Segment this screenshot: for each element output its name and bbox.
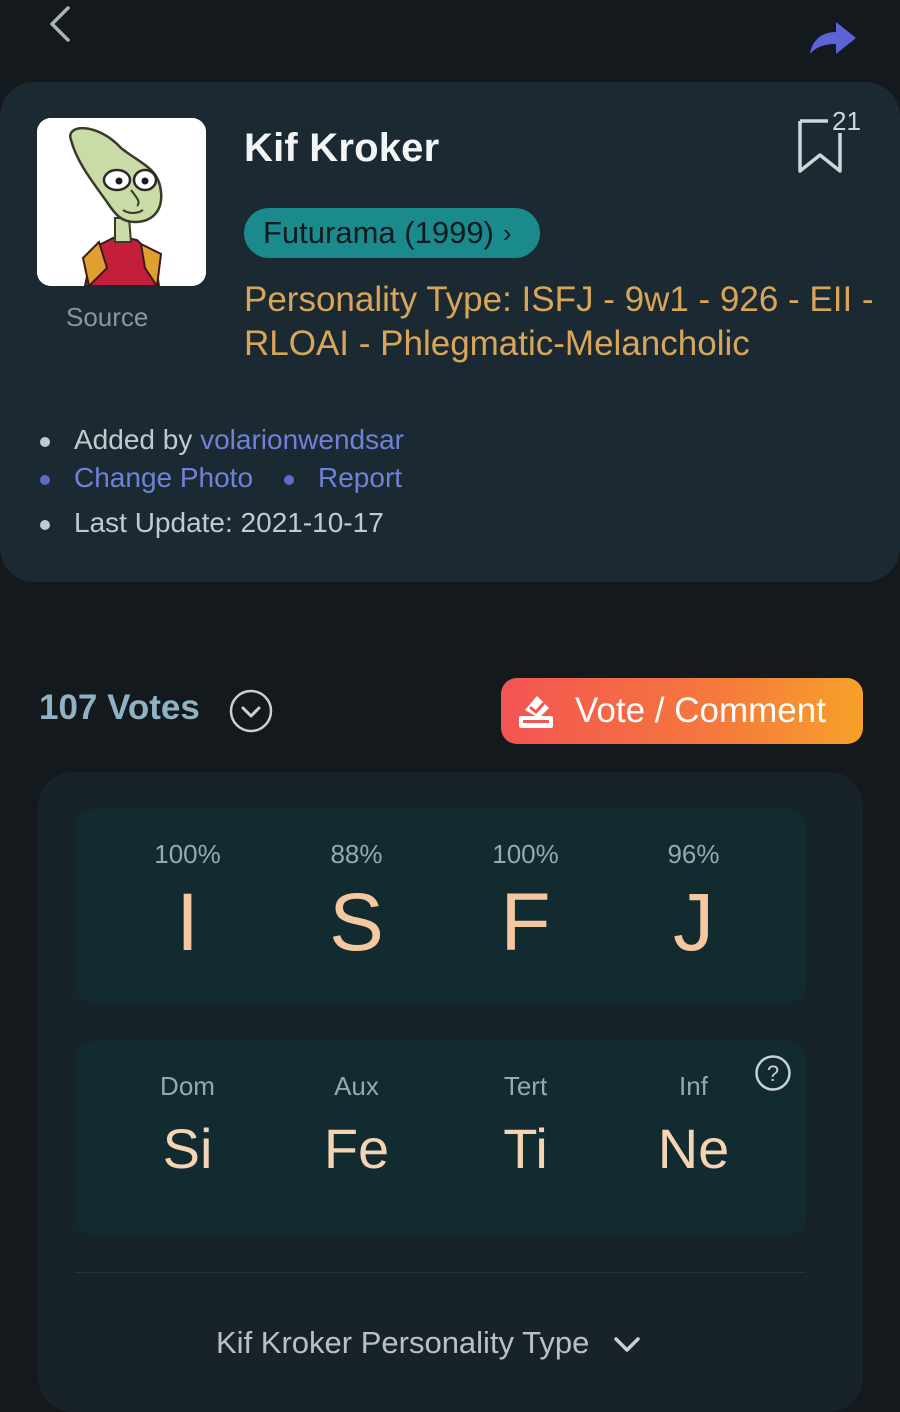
mbti-percent: 96% (667, 839, 720, 869)
function-value: Si (162, 1117, 213, 1180)
mbti-letters-box: 100% I 88% S 100% F 96% J (75, 809, 806, 1003)
series-label: Futurama (1999) (263, 215, 494, 250)
ballot-box-icon (519, 696, 553, 728)
character-name: Kif Kroker (244, 126, 440, 170)
photo-source-link[interactable]: Source (66, 302, 148, 333)
svg-text:?: ? (767, 1061, 779, 1086)
added-by-user-link[interactable]: volarionwendsar (200, 424, 404, 455)
bookmark-count: 21 (832, 106, 861, 136)
kif-portrait-image (37, 118, 206, 286)
back-chevron-icon[interactable] (40, 4, 80, 44)
mbti-column-f: 100% F (441, 839, 610, 970)
function-value: Ti (503, 1117, 548, 1180)
divider (75, 1272, 806, 1273)
function-column-tert: Tert Ti (441, 1071, 610, 1181)
mbti-letter: J (673, 877, 714, 968)
added-by-prefix: Added by (74, 424, 201, 455)
function-value: Fe (323, 1117, 390, 1180)
mbti-letter: F (500, 877, 551, 968)
question-circle-icon[interactable]: ? (754, 1054, 792, 1092)
bullet-dot (40, 436, 50, 447)
cognitive-functions-box: Dom Si Aux Fe Tert Ti Inf Ne (75, 1041, 806, 1235)
last-update-text: Last Update: 2021-10-17 (74, 507, 384, 538)
mbti-column-s: 88% S (272, 839, 441, 970)
vote-comment-label: Vote / Comment (575, 691, 826, 730)
vote-comment-button[interactable]: Vote / Comment (501, 678, 863, 744)
series-link[interactable]: Futurama (1999) › (244, 208, 540, 258)
chevron-right-icon: › (502, 217, 512, 248)
report-link[interactable]: Report (318, 462, 402, 493)
function-column-dom: Dom Si (103, 1071, 272, 1181)
mbti-letter: S (329, 877, 384, 968)
mbti-percent: 88% (330, 839, 383, 869)
character-avatar[interactable] (37, 118, 206, 286)
mbti-percent: 100% (154, 839, 221, 869)
mbti-column-i: 100% I (103, 839, 272, 970)
function-label: Tert (503, 1071, 548, 1101)
mbti-letter: I (176, 877, 199, 968)
chevron-down-circle-icon[interactable] (228, 688, 274, 734)
votes-count: 107 Votes (39, 688, 200, 727)
function-label: Aux (334, 1071, 379, 1101)
bullet-dot (284, 474, 294, 485)
personality-type-section-toggle[interactable]: Kif Kroker Personality Type (216, 1325, 642, 1361)
bullet-dot (40, 519, 50, 530)
function-value: Ne (657, 1117, 730, 1180)
share-arrow-icon[interactable] (806, 18, 858, 58)
section-toggle-label: Kif Kroker Personality Type (216, 1325, 590, 1360)
bullet-dot (40, 474, 50, 485)
function-label: Inf (679, 1071, 708, 1101)
function-column-aux: Aux Fe (272, 1071, 441, 1181)
change-photo-link[interactable]: Change Photo (74, 462, 253, 493)
function-column-inf: Inf Ne (609, 1071, 778, 1181)
personality-type-summary: Personality Type: ISFJ - 9w1 - 926 - EII… (244, 280, 874, 363)
mbti-percent: 100% (492, 839, 559, 869)
chevron-down-icon (614, 1337, 640, 1352)
mbti-column-j: 96% J (609, 839, 778, 970)
function-label: Dom (160, 1071, 215, 1101)
